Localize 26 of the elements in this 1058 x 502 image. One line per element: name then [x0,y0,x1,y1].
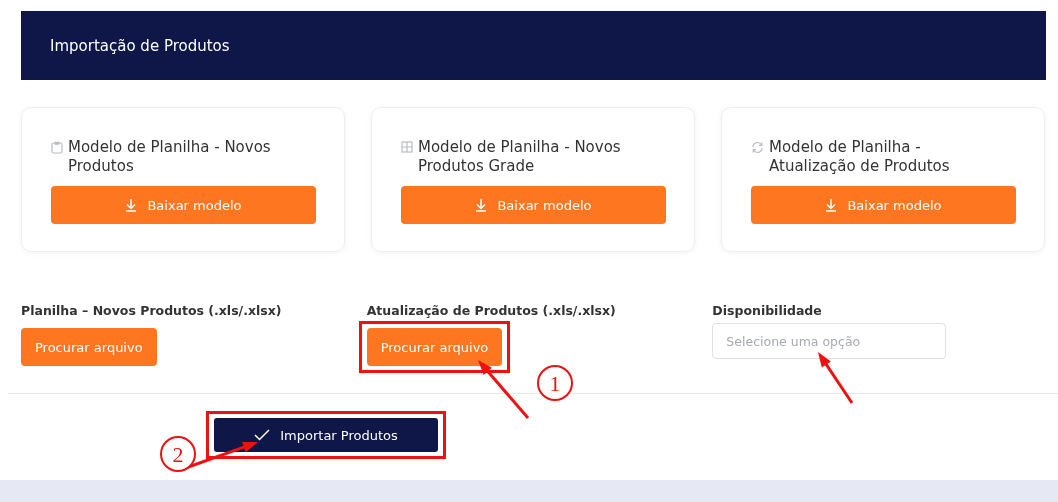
card-title: Modelo de Planilha - Atualização de Produtos [769,138,951,176]
import-button[interactable]: Importar Produtos [214,418,438,452]
callout-circle [160,436,196,472]
browse-file-button[interactable]: Procurar arquivo [366,328,503,366]
browse-file-button[interactable]: Procurar arquivo [21,328,157,366]
field-label: Planilha – Novos Produtos (.xls/.xlsx) [21,303,282,319]
callout-number: 1 [549,371,561,396]
select-field[interactable]: Selecione uma opção [712,323,947,359]
check-icon [254,429,271,441]
download-button[interactable]: Baixar modelo [51,186,316,224]
page-title: Importação de Produtos [50,36,230,55]
callout-number: 2 [172,442,184,467]
download-button[interactable]: Baixar modelo [751,186,1016,224]
download-icon [475,198,488,212]
clipboard-icon [51,141,63,154]
card-title: Modelo de Planilha - Novos Produtos [68,138,272,176]
field-label: Atualização de Produtos (.xls/.xlsx) [366,303,616,319]
download-button[interactable]: Baixar modelo [401,186,666,224]
card-title: Modelo de Planilha - Novos Produtos Grade [418,138,622,176]
field-label: Disponibilidade [712,303,822,319]
annotation-arrow [818,352,854,404]
refresh-icon [751,141,764,154]
download-icon [825,198,838,212]
callout-circle [537,365,573,401]
grid-icon [401,141,413,153]
download-icon [125,198,138,212]
